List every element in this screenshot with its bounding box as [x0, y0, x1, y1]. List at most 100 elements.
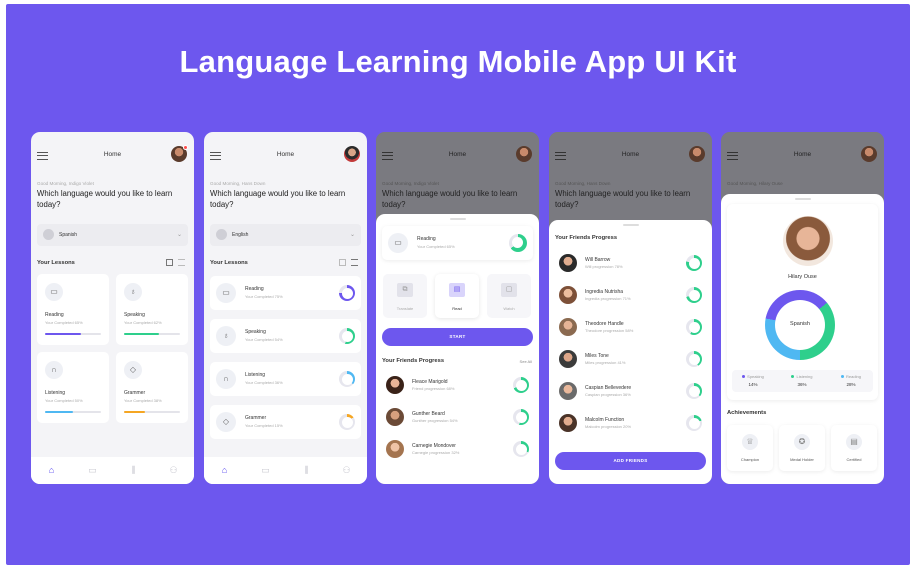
friend-row[interactable]: Will Barrow Will progression 78%: [555, 250, 706, 277]
lesson-row-reading[interactable]: ▭ Reading Your Completed 75%: [210, 276, 361, 310]
avatar[interactable]: [689, 146, 705, 162]
question-text: Which language would you like to learn t…: [382, 189, 518, 209]
lesson-name: Speaking: [245, 329, 266, 335]
header-title: Home: [793, 151, 812, 158]
drag-handle[interactable]: [794, 198, 811, 200]
friend-row[interactable]: Gunther Beard Gunther progression 54%: [382, 404, 533, 431]
home-icon[interactable]: ⌂: [46, 465, 57, 475]
friend-row[interactable]: Ingredia Nutrisha Ingredia progression 7…: [555, 282, 706, 309]
profile-icon[interactable]: ⚇: [168, 465, 179, 475]
drag-handle[interactable]: [449, 218, 466, 220]
mode-translate[interactable]: ⧉ Translate: [383, 274, 427, 318]
legend-label: Speaking: [747, 374, 764, 379]
friend-name: Malcolm Function: [585, 417, 625, 423]
grid-view-icon[interactable]: [339, 259, 346, 266]
certificate-icon: ▤: [846, 434, 862, 450]
friend-progress-text: Gunther progression 54%: [412, 418, 458, 423]
book-tab-icon[interactable]: ▭: [87, 465, 98, 475]
friend-progress-text: Ingredia progression 71%: [585, 296, 631, 301]
profile-name: Hilary Ouse: [788, 274, 817, 280]
lesson-progress-text: Your Completed 15%: [245, 423, 283, 428]
grid-view-icon[interactable]: [166, 259, 173, 266]
friend-row[interactable]: Caspian Bellevedere Caspian progression …: [555, 378, 706, 405]
progress-ring: [513, 377, 529, 393]
read-icon: ▤: [449, 283, 465, 297]
friend-row[interactable]: Theodore Handle Theodore progression 58%: [555, 314, 706, 341]
friend-name: Fleace Marigold: [412, 379, 448, 385]
lesson-row-reading[interactable]: ▭ Reading Your Completed 65%: [382, 226, 533, 260]
cube-icon: ◇: [216, 412, 236, 432]
friend-row[interactable]: Carnegie Mondover Carnegie progression 3…: [382, 436, 533, 463]
legend-label: Reading: [846, 374, 861, 379]
view-toggle[interactable]: [166, 259, 186, 267]
friend-progress-text: Malcolm progression 20%: [585, 424, 632, 429]
progress-fill: [45, 333, 82, 335]
lesson-row-speaking[interactable]: ♁ Speaking Your Completed 54%: [210, 319, 361, 353]
lesson-card-grammer[interactable]: ◇ Grammer Your Completed 38%: [116, 352, 188, 423]
header-title: Home: [448, 151, 467, 158]
mode-watch[interactable]: ▢ Watch: [487, 274, 531, 318]
friend-row[interactable]: Miles Tone Miles progression 41%: [555, 346, 706, 373]
language-select[interactable]: English ⌄: [210, 224, 361, 246]
bottom-sheet: Your Friends Progress Will Barrow Will p…: [549, 220, 712, 484]
legend-dot: [841, 375, 845, 378]
stats-icon[interactable]: ⫼: [128, 465, 139, 475]
avatar: [783, 216, 833, 266]
drag-handle[interactable]: [622, 224, 639, 226]
legend-speaking: Speaking 14%: [735, 374, 771, 387]
lesson-row-listening[interactable]: ∩ Listening Your Completed 36%: [210, 362, 361, 396]
lesson-name: Listening: [245, 372, 266, 378]
lesson-row-grammer[interactable]: ◇ Grammer Your Completed 15%: [210, 405, 361, 439]
language-select[interactable]: Spanish ⌄: [37, 224, 188, 246]
list-view-icon[interactable]: [351, 259, 358, 266]
profile-card: Hilary Ouse Spanish Speaking 14% Listeni…: [727, 204, 878, 400]
mode-label: Read: [452, 306, 462, 311]
lesson-name: Reading: [45, 312, 64, 318]
view-toggle[interactable]: [339, 259, 359, 267]
book-icon: ▭: [216, 283, 236, 303]
avatar: [559, 254, 577, 272]
avatar[interactable]: [861, 146, 877, 162]
list-view-icon[interactable]: [178, 259, 185, 266]
progress-fill: [124, 411, 146, 413]
lesson-card-listening[interactable]: ∩ Listening Your Completed 50%: [37, 352, 109, 423]
profile-sheet: Hilary Ouse Spanish Speaking 14% Listeni…: [721, 194, 884, 484]
achievement-label: Champion: [740, 457, 760, 462]
stats-icon[interactable]: ⫼: [301, 465, 312, 475]
question-text: Which language would you like to learn t…: [210, 189, 346, 209]
kit-title: Language Learning Mobile App UI Kit: [179, 44, 737, 79]
progress-ring: [686, 287, 702, 303]
profile-icon[interactable]: ⚇: [341, 465, 352, 475]
progress-ring: [339, 328, 355, 344]
book-tab-icon[interactable]: ▭: [260, 465, 271, 475]
achievement-champion[interactable]: ♕ Champion: [727, 425, 773, 471]
avatar[interactable]: [516, 146, 532, 162]
progress-ring: [339, 414, 355, 430]
achievement-medal-holder[interactable]: ✪ Medal Holder: [779, 425, 825, 471]
avatar: [386, 408, 404, 426]
friend-row[interactable]: Fleace Marigold Friend progression 68%: [382, 372, 533, 399]
question-text: Which language would you like to learn t…: [37, 189, 173, 209]
mode-read[interactable]: ▤ Read: [435, 274, 479, 318]
donut-language-label: Spanish: [790, 321, 810, 327]
see-all-link[interactable]: See All: [520, 359, 532, 364]
friend-name: Ingredia Nutrisha: [585, 289, 624, 295]
lesson-card-speaking[interactable]: ♁ Speaking Your Completed 62%: [116, 274, 188, 345]
lesson-card-reading[interactable]: ▭ Reading Your Completed 65%: [37, 274, 109, 345]
top-bar: Home: [204, 146, 367, 172]
start-button[interactable]: START: [382, 328, 533, 346]
home-icon[interactable]: ⌂: [219, 465, 230, 475]
avatar[interactable]: [344, 146, 360, 162]
watch-icon: ▢: [501, 283, 517, 297]
greeting-text: Good Morning, Hilary Ouse: [727, 181, 783, 186]
greeting-text: Good Morning, Hans Down: [555, 181, 611, 186]
mode-label: Translate: [396, 306, 414, 311]
friend-progress-text: Carnegie progression 32%: [412, 450, 460, 455]
friend-row[interactable]: Malcolm Function Malcolm progression 20%: [555, 410, 706, 437]
progress-ring: [686, 415, 702, 431]
add-friends-button[interactable]: ADD FRIENDS: [555, 452, 706, 470]
question-text: Which language would you like to learn t…: [555, 189, 691, 209]
friend-name: Caspian Bellevedere: [585, 385, 632, 391]
friend-progress-text: Will progression 78%: [585, 264, 623, 269]
achievement-certified[interactable]: ▤ Certified: [831, 425, 877, 471]
